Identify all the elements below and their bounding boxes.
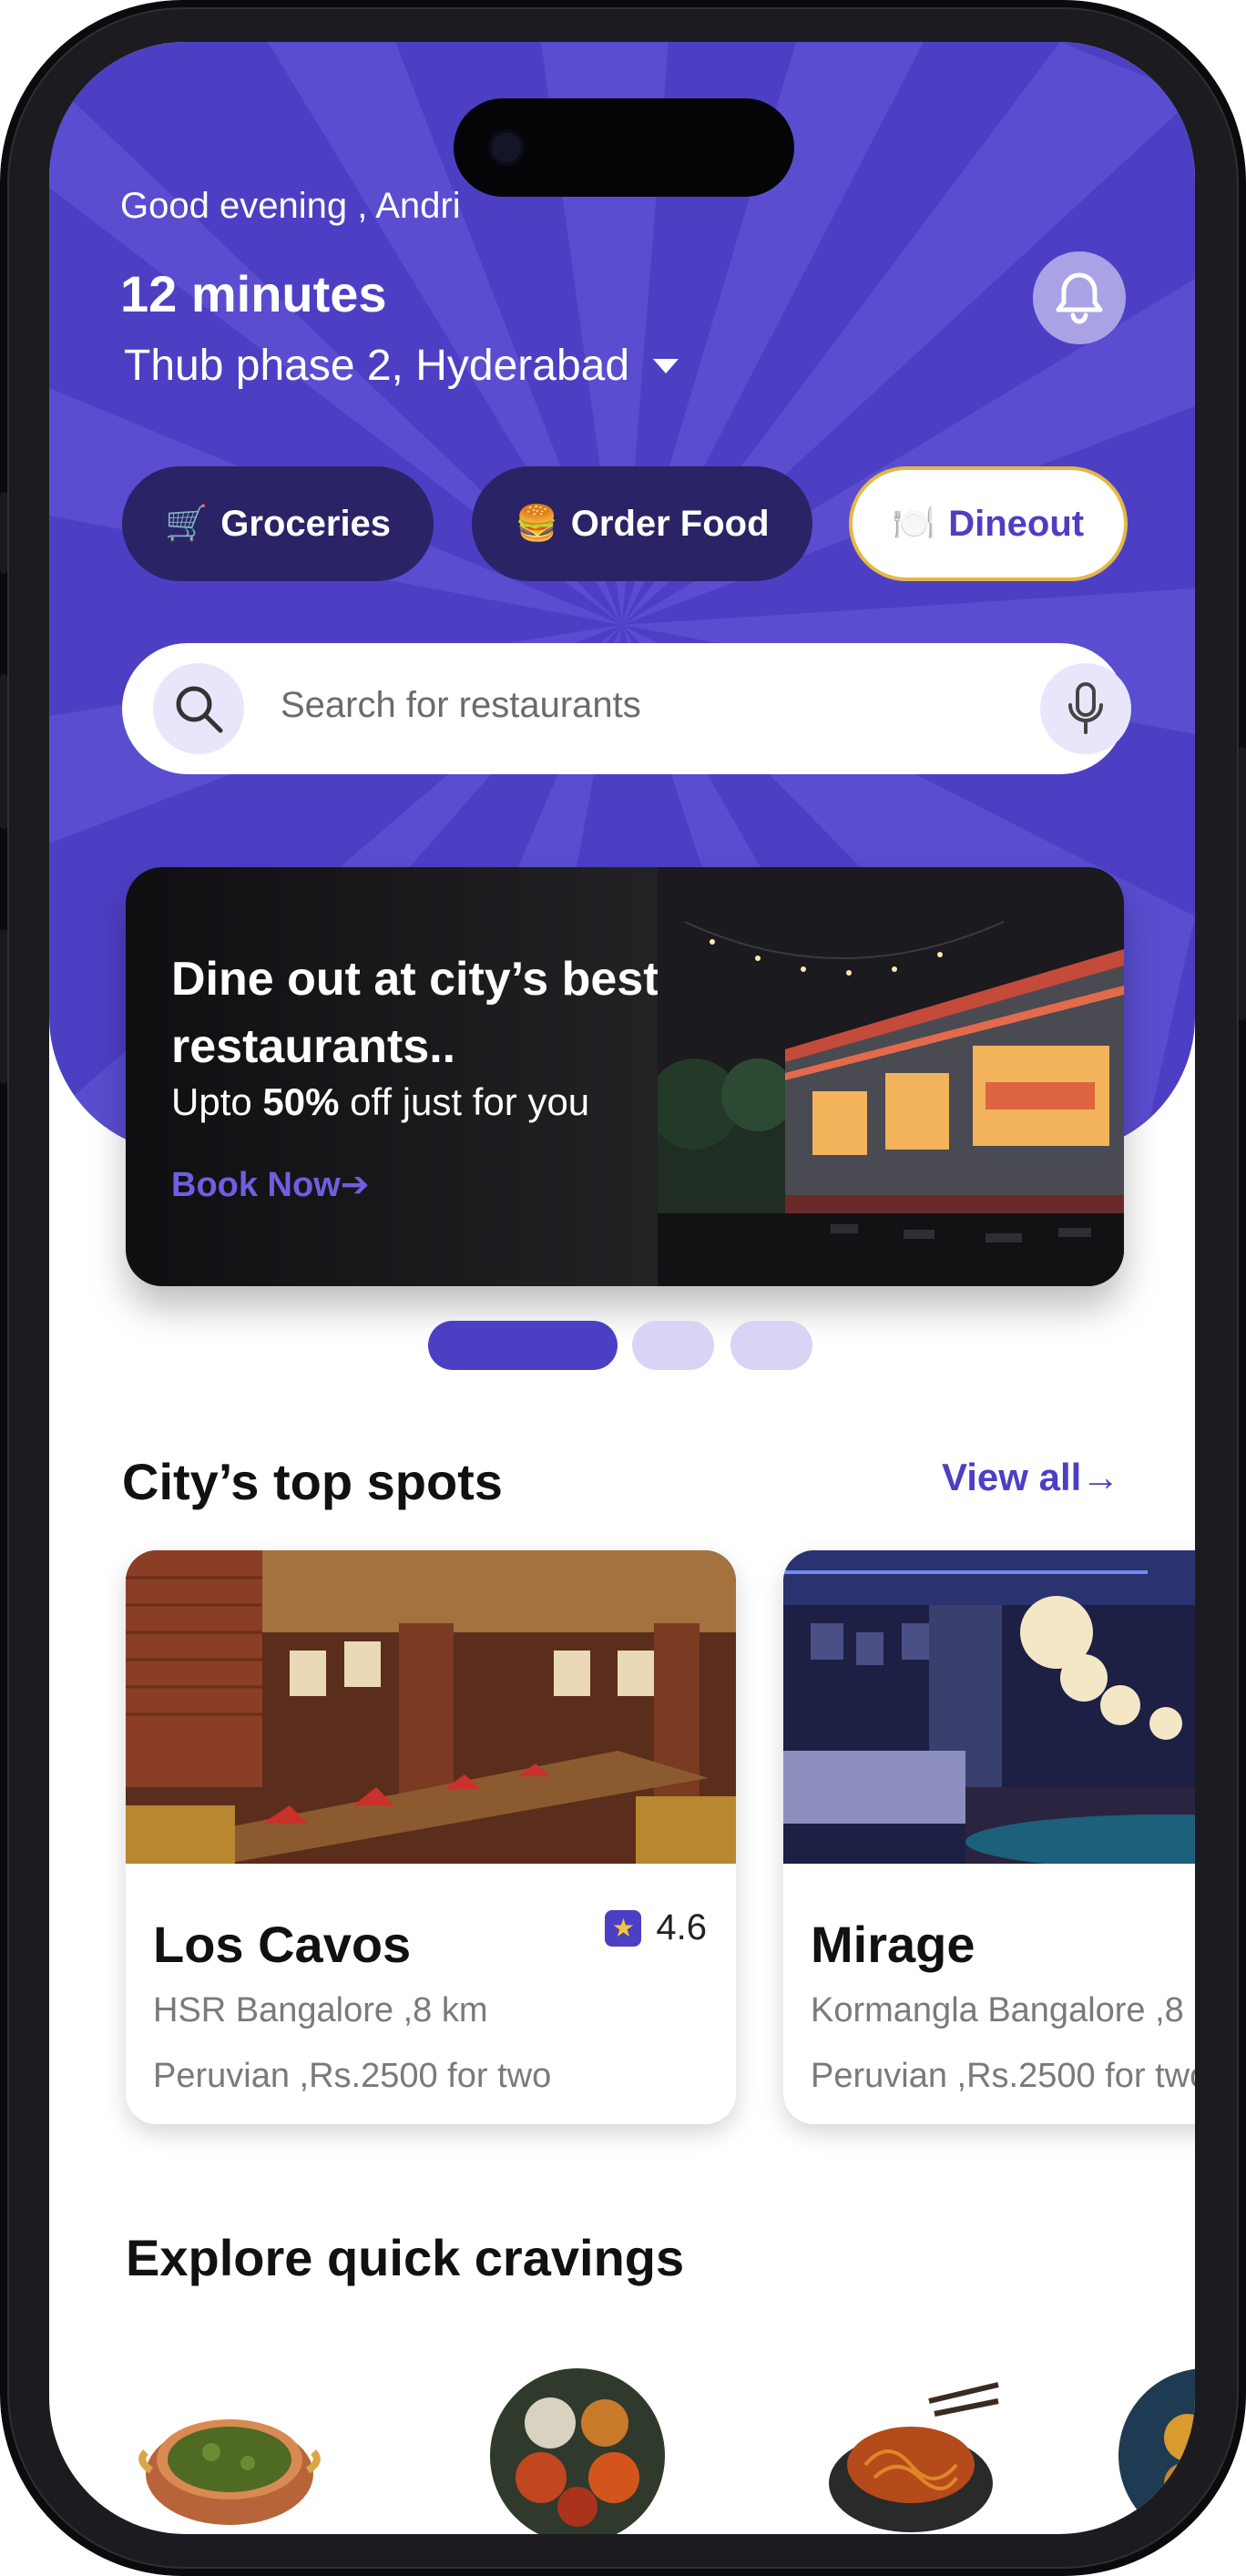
front-camera bbox=[488, 129, 525, 166]
microphone-icon bbox=[1068, 682, 1103, 734]
star-icon: ★ bbox=[605, 1909, 642, 1947]
voice-search-button[interactable] bbox=[1040, 663, 1131, 754]
carousel-dot-2[interactable] bbox=[632, 1321, 714, 1370]
restaurant-interior-image bbox=[126, 1550, 736, 1864]
tab-dineout[interactable]: 🍽️ Dineout bbox=[849, 466, 1128, 581]
banner-title: Dine out at city’s best restaurants.. bbox=[171, 953, 659, 1073]
app-screen: Good evening , Andri 12 minutes Thub pha… bbox=[49, 42, 1195, 2534]
view-all-link[interactable]: View all→ bbox=[942, 1456, 1119, 1499]
tab-label: Groceries bbox=[220, 503, 392, 544]
delivery-eta: 12 minutes bbox=[120, 265, 387, 322]
tab-order-food[interactable]: 🍔 Order Food bbox=[472, 466, 812, 581]
side-button-volume-down bbox=[0, 929, 7, 1084]
greeting-text: Good evening , Andri bbox=[120, 186, 461, 226]
tab-label: Order Food bbox=[570, 503, 770, 544]
search-icon bbox=[176, 686, 223, 733]
restaurant-name: Mirage bbox=[811, 1916, 975, 1973]
banner-subtitle: Upto 50% off just for you bbox=[171, 1080, 590, 1123]
curry-bowl-image[interactable] bbox=[138, 2365, 321, 2534]
carousel-dot-1[interactable] bbox=[428, 1321, 618, 1370]
search-input[interactable]: Search for restaurants bbox=[281, 685, 641, 726]
carousel-dot-3[interactable] bbox=[730, 1321, 812, 1370]
thali-plate-image[interactable] bbox=[486, 2365, 669, 2534]
plate-cutlery-icon: 🍽️ bbox=[892, 505, 936, 543]
shopping-cart-icon: 🛒 bbox=[164, 505, 209, 543]
location-selector[interactable]: Thub phase 2, Hyderabad bbox=[124, 341, 679, 391]
burger-icon: 🍔 bbox=[515, 505, 558, 543]
promo-banner[interactable]: Dine out at city’s best restaurants.. Up… bbox=[126, 867, 1124, 1286]
tab-label: Dineout bbox=[948, 503, 1085, 544]
restaurant-address: Kormangla Bangalore ,8 km bbox=[811, 1991, 1195, 2029]
book-now-link[interactable]: Book Now➔ bbox=[171, 1164, 370, 1205]
search-bar[interactable]: Search for restaurants bbox=[122, 643, 1131, 774]
location-label: Thub phase 2, Hyderabad bbox=[124, 342, 630, 390]
chevron-down-icon bbox=[653, 358, 679, 373]
restaurant-exterior-image bbox=[658, 867, 1124, 1286]
bell-icon bbox=[1056, 272, 1103, 324]
noodles-plate-image[interactable] bbox=[820, 2365, 1002, 2534]
restaurant-address: HSR Bangalore ,8 km bbox=[153, 1991, 488, 2029]
restaurant-name: Los Cavos bbox=[153, 1916, 412, 1973]
restaurant-card-los-cavos[interactable]: Los Cavos ★ 4.6 HSR Bangalore ,8 km Peru… bbox=[126, 1550, 736, 2124]
top-spots-title: City’s top spots bbox=[122, 1453, 503, 1510]
side-button-power bbox=[1239, 747, 1246, 1020]
restaurant-card-mirage[interactable]: Mirage Kormangla Bangalore ,8 km Peruvia… bbox=[783, 1550, 1195, 2124]
banner-discount: 50% bbox=[262, 1080, 340, 1123]
restaurant-interior-image bbox=[783, 1550, 1195, 1864]
restaurant-info: Peruvian ,Rs.2500 for two bbox=[811, 2057, 1195, 2095]
phone-frame: Good evening , Andri 12 minutes Thub pha… bbox=[0, 0, 1246, 2576]
restaurant-info: Peruvian ,Rs.2500 for two bbox=[153, 2057, 552, 2095]
rating-badge: ★ 4.6 bbox=[605, 1907, 707, 1948]
side-button-volume-up bbox=[0, 674, 7, 829]
search-button[interactable] bbox=[153, 663, 244, 754]
fried-snacks-image[interactable] bbox=[1115, 2365, 1195, 2534]
rating-value: 4.6 bbox=[656, 1907, 707, 1947]
cravings-title: Explore quick cravings bbox=[126, 2229, 685, 2286]
side-button-action bbox=[0, 492, 7, 574]
notifications-button[interactable] bbox=[1033, 251, 1126, 344]
tab-groceries[interactable]: 🛒 Groceries bbox=[122, 466, 434, 581]
